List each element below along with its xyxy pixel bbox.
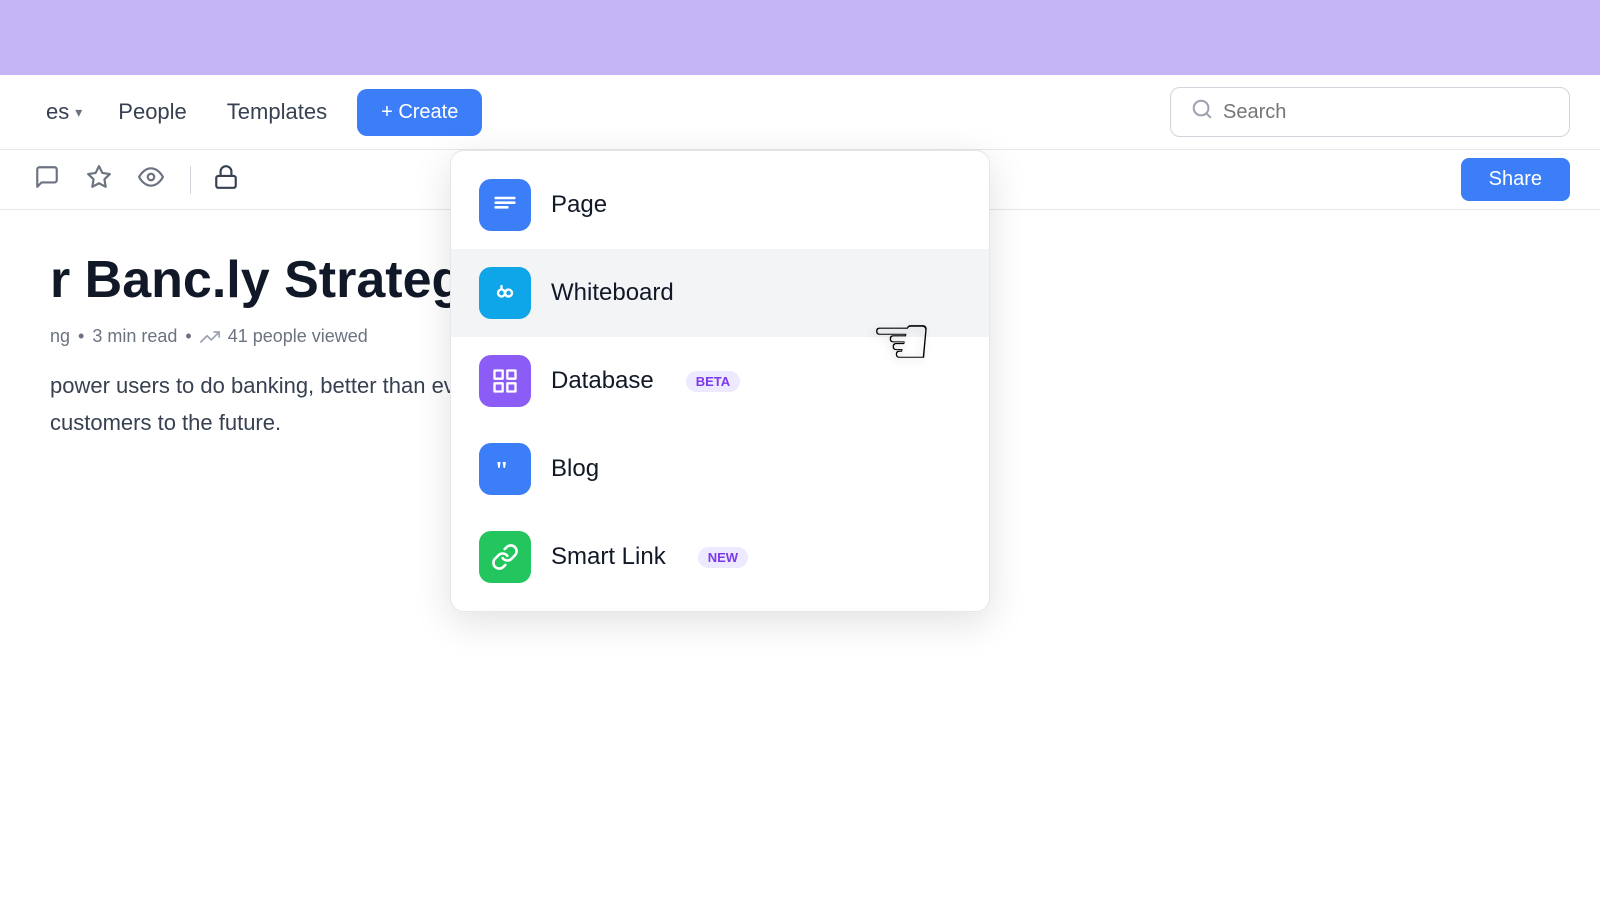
navbar: es ▾ People Templates + Create [0,75,1600,150]
nav-item-people[interactable]: People [98,91,207,133]
lock-icon[interactable] [213,164,239,196]
smartlink-label: Smart Link [551,543,666,571]
dropdown-item-database[interactable]: Database BETA [451,337,989,425]
whiteboard-icon [479,267,531,319]
blog-label: Blog [551,455,599,483]
meta-views: 41 people viewed [228,326,368,347]
meta-separator-2: • [185,326,191,347]
whiteboard-label: Whiteboard [551,279,674,307]
dropdown-item-page[interactable]: Page [451,161,989,249]
dropdown-item-blog[interactable]: " Blog [451,425,989,513]
smartlink-badge: NEW [698,547,748,568]
views-icon [200,327,220,347]
dropdown-menu: Page Whiteboard Database BETA [450,150,990,612]
spaces-label: es [46,99,69,125]
database-icon [479,355,531,407]
nav-left: es ▾ People Templates + Create [30,89,482,136]
star-icon[interactable] [82,160,116,200]
chevron-down-icon: ▾ [75,104,82,121]
share-button[interactable]: Share [1461,158,1570,201]
meta-read-time: 3 min read [92,326,177,347]
meta-author: ng [50,326,70,347]
eye-icon[interactable] [134,160,168,200]
svg-text:": " [495,455,509,483]
search-icon [1191,98,1213,126]
database-badge: BETA [686,371,740,392]
database-label: Database [551,367,654,395]
search-input[interactable] [1223,101,1549,124]
top-banner [0,0,1600,75]
nav-item-spaces[interactable]: es ▾ [30,91,98,133]
dropdown-item-smartlink[interactable]: Smart Link NEW [451,513,989,601]
meta-separator-1: • [78,326,84,347]
dropdown-item-whiteboard[interactable]: Whiteboard [451,249,989,337]
blog-icon: " [479,443,531,495]
comment-icon[interactable] [30,160,64,200]
nav-item-templates[interactable]: Templates [207,91,347,133]
toolbar-divider [190,166,191,194]
smartlink-icon [479,531,531,583]
create-button[interactable]: + Create [357,89,482,136]
page-icon [479,179,531,231]
search-box[interactable] [1170,87,1570,137]
page-label: Page [551,191,607,219]
